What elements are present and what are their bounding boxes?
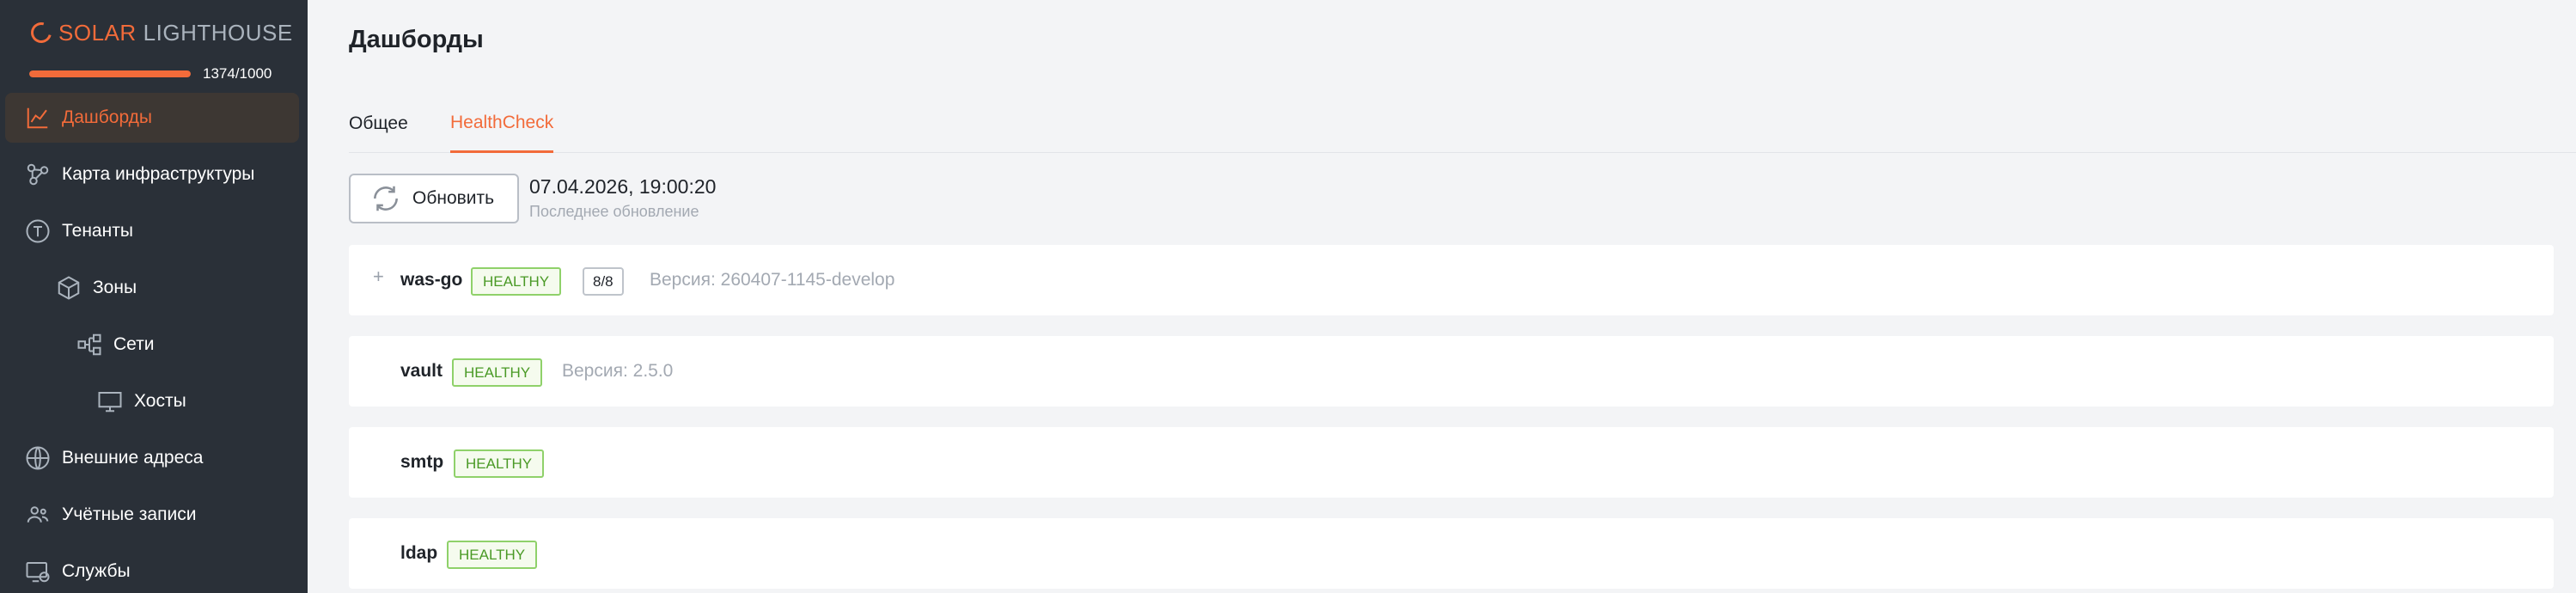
refresh-icon bbox=[374, 186, 398, 211]
globe-icon bbox=[24, 444, 52, 472]
sidebar-item-label: Тенанты bbox=[62, 221, 133, 241]
sidebar-item-tenants[interactable]: Тенанты bbox=[5, 206, 299, 256]
license-quota: 1374/1000 bbox=[29, 65, 278, 83]
service-version: Версия: 260407-1145-develop bbox=[650, 270, 895, 290]
logo-product: LIGHTHOUSE bbox=[143, 19, 293, 46]
sidebar-item-label: Внешние адреса bbox=[62, 448, 204, 468]
sidebar-item-label: Сети bbox=[113, 334, 155, 354]
sidebar-item-networks[interactable]: Сети bbox=[5, 320, 299, 370]
sidebar: SOLAR LIGHTHOUSE 1374/1000 Дашборды Карт… bbox=[0, 0, 308, 593]
tab-healthcheck[interactable]: HealthCheck bbox=[450, 95, 554, 153]
sidebar-item-label: Карта инфраструктуры bbox=[62, 164, 255, 184]
users-icon bbox=[24, 501, 52, 529]
app-logo[interactable]: SOLAR LIGHTHOUSE bbox=[27, 17, 293, 48]
graph-nodes-icon bbox=[24, 161, 52, 188]
status-badge: HEALTHY bbox=[447, 541, 538, 569]
sidebar-item-zones[interactable]: Зоны bbox=[5, 263, 299, 313]
sidebar-item-label: Учётные записи bbox=[62, 504, 197, 524]
sidebar-item-infrastructure-map[interactable]: Карта инфраструктуры bbox=[5, 150, 299, 199]
service-name: smtp bbox=[400, 452, 444, 472]
refresh-button-label: Обновить bbox=[412, 188, 495, 208]
chart-line-icon bbox=[24, 104, 52, 131]
instance-count-badge: 8/8 bbox=[583, 267, 624, 296]
sidebar-item-services[interactable]: Службы bbox=[5, 547, 299, 593]
network-icon bbox=[76, 331, 103, 358]
service-version: Версия: 2.5.0 bbox=[562, 361, 674, 381]
logo-ring-icon bbox=[27, 18, 56, 47]
sidebar-item-hosts[interactable]: Хосты bbox=[5, 376, 299, 426]
expand-plus-icon[interactable]: + bbox=[373, 266, 384, 288]
service-card-vault: vault HEALTHY Версия: 2.5.0 bbox=[349, 336, 2554, 407]
service-name: vault bbox=[400, 361, 443, 381]
logo-brand: SOLAR bbox=[58, 19, 137, 46]
monitor-icon bbox=[96, 388, 124, 415]
services-icon bbox=[24, 558, 52, 585]
tenant-circle-icon bbox=[24, 217, 52, 245]
quota-text: 1374/1000 bbox=[203, 65, 272, 82]
sidebar-item-external-addresses[interactable]: Внешние адреса bbox=[5, 433, 299, 483]
status-badge: HEALTHY bbox=[452, 358, 543, 387]
sidebar-item-dashboards[interactable]: Дашборды bbox=[5, 93, 299, 143]
sidebar-item-accounts[interactable]: Учётные записи bbox=[5, 490, 299, 540]
quota-progress-fill bbox=[29, 70, 191, 77]
page-title: Дашборды bbox=[349, 26, 484, 53]
service-name: ldap bbox=[400, 543, 438, 563]
service-card-was-go: + was-go HEALTHY 8/8 Версия: 260407-1145… bbox=[349, 245, 2554, 315]
sidebar-item-label: Дашборды bbox=[62, 107, 152, 127]
tabs-bar: Общее HealthCheck bbox=[349, 95, 2576, 153]
main-content: Дашборды Общее HealthCheck Обновить 07.0… bbox=[308, 0, 2576, 593]
sidebar-item-label: Хосты bbox=[134, 391, 186, 411]
last-updated-caption: Последнее обновление bbox=[529, 203, 699, 220]
sidebar-item-label: Службы bbox=[62, 561, 131, 581]
service-name: was-go bbox=[400, 270, 463, 290]
last-updated-timestamp: 07.04.2026, 19:00:20 bbox=[529, 175, 717, 198]
status-badge: HEALTHY bbox=[454, 449, 545, 478]
sidebar-item-label: Зоны bbox=[93, 278, 137, 297]
cube-icon bbox=[55, 274, 82, 302]
tab-general[interactable]: Общее bbox=[349, 95, 408, 153]
quota-progress-bar bbox=[29, 70, 191, 77]
service-card-smtp: smtp HEALTHY bbox=[349, 427, 2554, 498]
refresh-button[interactable]: Обновить bbox=[349, 174, 519, 223]
service-card-ldap: ldap HEALTHY bbox=[349, 518, 2554, 589]
status-badge: HEALTHY bbox=[471, 267, 562, 296]
